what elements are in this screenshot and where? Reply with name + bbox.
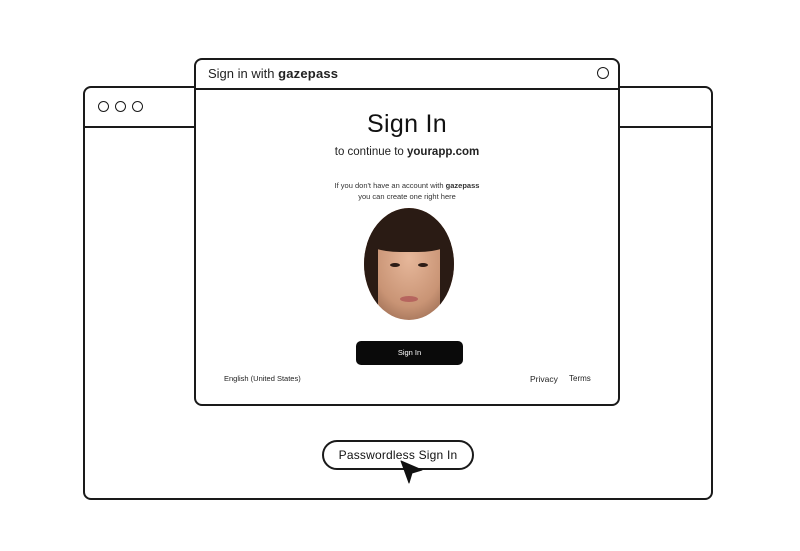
terms-link[interactable]: Terms <box>569 374 591 383</box>
window-control-icon[interactable] <box>98 101 109 112</box>
account-note-prefix: If you don't have an account with <box>334 181 444 190</box>
language-selector[interactable]: English (United States) <box>224 374 301 383</box>
continue-to-prefix: to continue to <box>334 146 404 158</box>
account-note-brand: gazepass <box>445 181 480 190</box>
eye-left <box>390 263 400 267</box>
popup-title-prefix: Sign in with <box>208 66 275 81</box>
privacy-link[interactable]: Privacy <box>530 374 558 384</box>
account-note: If you don't have an account with gazepa… <box>196 180 618 202</box>
face-camera-preview <box>364 208 454 320</box>
signin-button[interactable]: Sign In <box>356 341 463 365</box>
account-note-line2: you can create one right here <box>358 192 456 201</box>
lips <box>400 296 418 302</box>
hair-side-right <box>440 228 454 308</box>
continue-to-text: to continue to yourapp.com <box>196 146 618 158</box>
mouse-pointer-icon <box>400 460 423 484</box>
signin-popup-window: Sign in with gazepass Sign In to continu… <box>194 58 620 406</box>
hair-side-left <box>364 228 378 308</box>
popup-title: Sign in with gazepass <box>208 66 338 81</box>
window-control-icon[interactable] <box>132 101 143 112</box>
popup-titlebar: Sign in with gazepass <box>196 60 618 90</box>
page-title: Sign In <box>367 110 447 138</box>
eye-right <box>418 263 428 267</box>
popup-close-icon[interactable] <box>597 67 609 79</box>
app-domain: yourapp.com <box>407 146 480 158</box>
brand-name: gazepass <box>278 66 339 81</box>
window-control-icon[interactable] <box>115 101 126 112</box>
